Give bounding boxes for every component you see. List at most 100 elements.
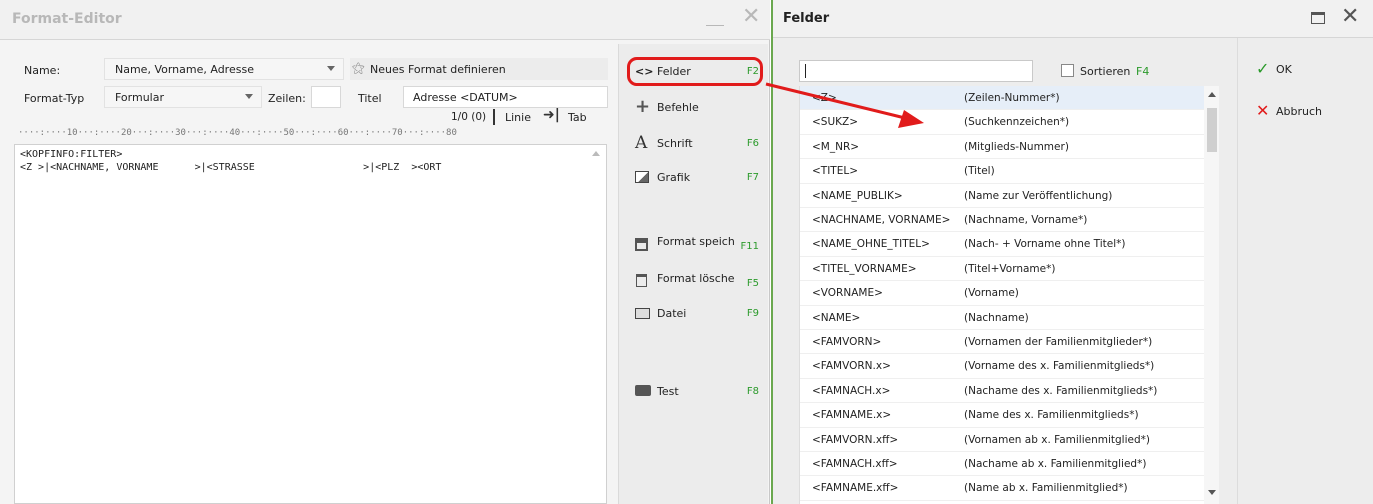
linie-button[interactable]: Linie [505,111,531,124]
save-icon [635,238,648,251]
close-icon: ✕ [1256,101,1270,120]
field-search-input[interactable] [799,60,1033,82]
field-code: <FAMNAME.x> [812,409,892,422]
ok-label: OK [1276,63,1292,76]
cursor-position: 1/0 (0) [451,111,487,123]
field-row[interactable]: <TITEL_VORNAME> (Titel+Vorname*) [800,257,1204,282]
sort-checkbox[interactable] [1061,64,1074,77]
field-code: <FAMNACH.xff> [812,458,898,470]
scroll-up-icon[interactable] [592,151,600,156]
text-caret [805,64,806,78]
format-type-label: Format-Typ [24,92,85,105]
field-list: <Z> (Zeilen-Nummer*) <SUKZ> (Suchkennzeiche… [799,86,1219,504]
cancel-button[interactable]: ✕ Abbruch [1256,102,1366,124]
field-row[interactable]: <NAME_OHNE_TITEL> (Nach- + Vorname ohne T… [800,232,1204,257]
field-row[interactable]: <FAMVORN.x> (Vorname des x. Familienmitgl… [800,354,1204,379]
editor-line: <Z >|<NACHNAME, VORNAME >|<STRASSE >|<PL… [20,162,442,173]
field-code: <FAMNAME.xff> [812,482,899,495]
scroll-up-icon[interactable] [1208,92,1216,97]
test-button[interactable]: Test F8 [631,380,763,404]
minimize-icon[interactable] [706,14,724,26]
field-row[interactable]: <FAMVORN> (Vornamen der Familienmitgliede… [800,330,1204,355]
linie-icon [493,109,495,125]
field-row[interactable]: <SUKZ> (Suchkennzeichen*) [800,110,1204,135]
field-code: <NAME> [812,311,861,324]
magic-wand-icon: ⚝ [352,61,365,76]
field-row[interactable]: <NAME> (Nachname) [800,306,1204,330]
datei-shortcut: F9 [746,308,759,319]
field-row[interactable]: <M_NR> (Mitglieds-Nummer) [800,135,1204,160]
scroll-down-icon[interactable] [1208,490,1216,495]
image-icon [635,171,649,183]
field-code: <FAMVORN> [812,336,882,348]
sort-shortcut: F4 [1136,65,1150,78]
field-description: (Nachame ab x. Familienmitglied*) [964,458,1147,470]
field-row[interactable]: <VORNAME> (Vorname) [800,281,1204,306]
format-delete-button[interactable]: Format lösche F5 [631,268,763,292]
zeilen-input[interactable] [311,86,341,108]
field-row[interactable]: <NACHNAME, VORNAME> (Nachname, Vorname*) [800,208,1204,233]
field-description: (Vornamen ab x. Familienmitglied*) [964,433,1150,446]
felder-titlebar: Felder ✕ [773,0,1373,38]
vertical-scrollbar[interactable] [1204,86,1219,504]
field-row[interactable]: <Z> (Zeilen-Nummer*) [800,86,1204,111]
field-description: (Vorname des x. Familienmitglieds*) [964,360,1155,373]
editor-toolbar: <> Felder F2 + Befehle A Schrift F6 Graf… [618,44,768,504]
cancel-label: Abbruch [1276,105,1323,118]
field-row[interactable]: <FAMNACH.x> (Nachame des x. Familienmitgl… [800,379,1204,404]
felder-body: Sortieren F4 <Z> (Zeilen-Nummer*) <SUKZ> (S… [773,38,1373,504]
field-description: (Titel+Vorname*) [964,262,1056,275]
checkmark-icon: ✓ [1256,59,1270,78]
file-search-icon [635,308,650,319]
field-code: <NACHNAME, VORNAME> [812,214,951,226]
maximize-icon[interactable] [1311,12,1325,24]
grafik-button[interactable]: Grafik F7 [631,166,763,190]
field-description: (Nachame des x. Familienmitglieds*) [964,384,1158,397]
test-label: Test [657,385,679,398]
format-type-value: Formular [115,91,165,104]
field-code: <VORNAME> [812,287,883,300]
name-select[interactable]: Name, Vorname, Adresse [104,58,344,80]
field-row[interactable]: <FAMNAME.x> (Name des x. Familienmitglied… [800,403,1204,428]
schrift-shortcut: F6 [746,138,759,149]
datei-button[interactable]: Datei F9 [631,302,763,326]
titel-input[interactable]: Adresse <DATUM> [403,86,608,108]
window-title: Format-Editor [12,11,122,27]
grafik-shortcut: F7 [746,172,759,183]
format-editor-titlebar: Format-Editor ✕ [0,0,770,40]
field-description: (Zeilen-Nummer*) [964,92,1060,104]
felder-highlight-annotation [627,57,763,86]
field-code: <NAME_OHNE_TITEL> [812,238,930,251]
new-format-button[interactable]: ⚝ Neues Format definieren [350,58,608,80]
format-save-button[interactable]: Format speich F11 [631,232,763,256]
field-row[interactable]: <FAMNAME.xff> (Name ab x. Familienmitglie… [800,476,1204,501]
zeilen-label: Zeilen: [268,92,306,105]
field-row[interactable]: <FAMNACH.xff> (Nachame ab x. Familienmitg… [800,452,1204,477]
chevron-down-icon [245,94,253,99]
test-shortcut: F8 [746,386,759,397]
field-code: <FAMVORN.x> [812,360,891,373]
ok-button[interactable]: ✓ OK [1256,60,1366,82]
field-row[interactable]: <FAMVORN.xff> (Vornamen ab x. Familienmit… [800,428,1204,452]
close-icon[interactable]: ✕ [742,6,760,28]
field-description: (Name ab x. Familienmitglied*) [964,482,1128,495]
tab-icon: ➜| [543,107,560,123]
tab-button[interactable]: Tab [568,111,587,124]
field-description: (Vornamen der Familienmitglieder*) [964,336,1153,348]
format-text-editor[interactable]: <KOPFINFO:FILTER> <Z >|<NACHNAME, VORNAM… [14,144,607,504]
befehle-button[interactable]: + Befehle [631,96,763,120]
window-title: Felder [783,11,830,26]
format-type-select[interactable]: Formular [104,86,262,108]
field-row[interactable]: <NAME_PUBLIK> (Name zur Veröffentlichung) [800,184,1204,208]
format-save-label: Format speich [657,235,735,248]
column-ruler: ····:····10···:····20···:····30···:····4… [18,128,457,138]
field-description: (Name zur Veröffentlichung) [964,189,1113,202]
schrift-button[interactable]: A Schrift F6 [631,132,763,156]
field-code: <TITEL> [812,165,859,178]
field-row[interactable]: <TITEL> (Titel) [800,159,1204,184]
close-icon[interactable]: ✕ [1341,6,1359,28]
scroll-thumb[interactable] [1207,108,1217,152]
sort-label[interactable]: Sortieren [1080,65,1130,78]
schrift-label: Schrift [657,137,693,150]
format-delete-shortcut: F5 [746,278,759,289]
